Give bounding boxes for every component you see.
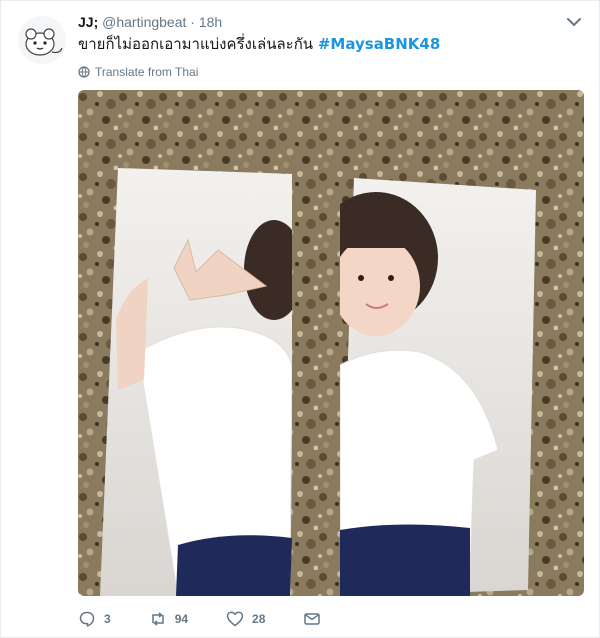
translate-label: Translate from Thai	[95, 65, 199, 79]
retweet-icon	[151, 612, 164, 626]
tweet-media[interactable]	[78, 90, 584, 596]
avatar[interactable]	[18, 16, 66, 64]
tweet-timestamp[interactable]: 18h	[199, 14, 222, 30]
avatar-image	[18, 16, 66, 64]
message-icon	[304, 613, 321, 625]
tweet-text: ขายก็ไม่ออกเอามาแบ่งครึ่งเล่นละกัน #Mays…	[78, 34, 440, 54]
display-name[interactable]: JJ;	[78, 14, 98, 30]
retweet-action[interactable]: 94	[149, 610, 188, 628]
globe-icon	[78, 66, 90, 78]
hashtag-link[interactable]: #MaysaBNK48	[318, 35, 440, 53]
heart-icon	[226, 611, 244, 627]
tweet-card[interactable]: JJ; @hartingbeat · 18h ขายก็ไม่ออกเอามาแ…	[0, 0, 600, 638]
reply-icon	[79, 611, 95, 627]
dm-action[interactable]	[303, 610, 321, 628]
tweet-header: JJ; @hartingbeat · 18h	[78, 13, 222, 31]
tweet-actions: 3 94 28	[78, 607, 359, 631]
reply-action[interactable]: 3	[78, 610, 111, 628]
chevron-down-icon[interactable]	[565, 13, 583, 31]
retweet-count: 94	[174, 612, 189, 626]
tweet-body: ขายก็ไม่ออกเอามาแบ่งครึ่งเล่นละกัน	[78, 35, 314, 53]
media-photo	[78, 90, 584, 596]
translate-link[interactable]: Translate from Thai	[78, 64, 198, 80]
like-action[interactable]: 28	[226, 610, 265, 628]
user-handle[interactable]: @hartingbeat	[102, 14, 186, 30]
reply-count: 3	[104, 612, 111, 626]
separator-dot: ·	[190, 14, 195, 30]
like-count: 28	[252, 612, 266, 626]
